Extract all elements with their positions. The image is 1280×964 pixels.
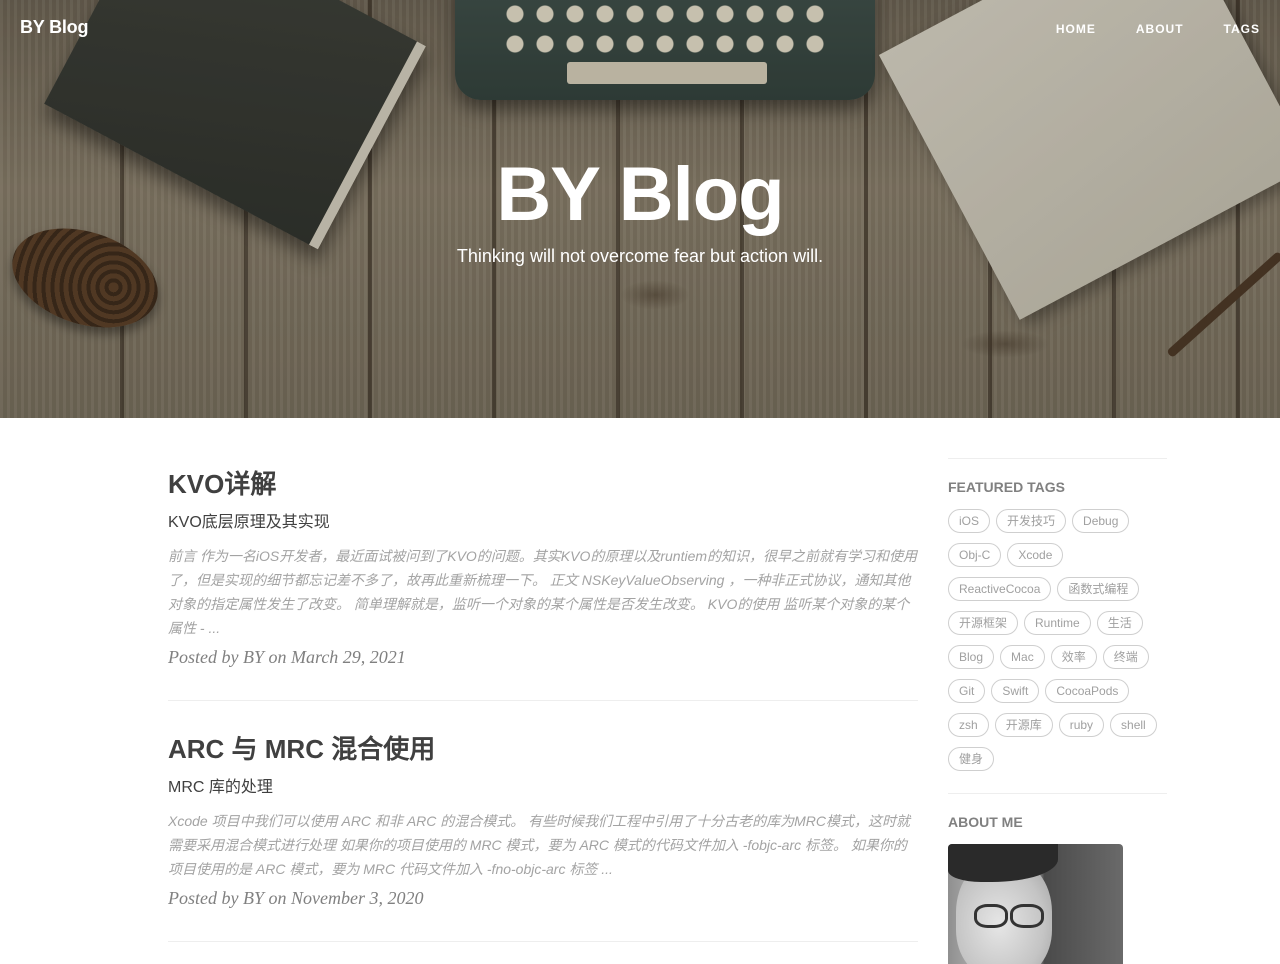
post-subtitle[interactable]: MRC 库的处理 [168, 777, 918, 799]
top-nav: HOME ABOUT TAGS [1056, 22, 1260, 36]
tag-shell[interactable]: shell [1110, 713, 1157, 737]
post-title-link[interactable]: KVO详解 [168, 466, 918, 502]
tag-git[interactable]: Git [948, 679, 986, 703]
post-preview: ARC 与 MRC 混合使用 MRC 库的处理 Xcode 项目中我们可以使用 … [168, 731, 918, 942]
post-excerpt[interactable]: Xcode 项目中我们可以使用 ARC 和非 ARC 的混合模式。 有些时候我们… [168, 809, 918, 881]
tag-objc[interactable]: Obj-C [948, 543, 1002, 567]
nav-home-link[interactable]: HOME [1056, 22, 1096, 36]
featured-tags-list: iOS 开发技巧 Debug Obj-C Xcode ReactiveCocoa… [948, 509, 1167, 771]
sidebar-divider [948, 793, 1167, 794]
tag-zsh[interactable]: zsh [948, 713, 989, 737]
tag-runtime[interactable]: Runtime [1024, 611, 1091, 635]
avatar-glasses-left [974, 904, 1008, 928]
nav-about-link[interactable]: ABOUT [1136, 22, 1184, 36]
about-me-heading: ABOUT ME [948, 814, 1023, 830]
post-preview: KVO详解 KVO底层原理及其实现 前言 作为一名iOS开发者，最近面试被问到了… [168, 466, 918, 701]
hero-header: BY Blog HOME ABOUT TAGS BY Blog Thinking… [0, 0, 1280, 418]
sidebar: FEATURED TAGS iOS 开发技巧 Debug Obj-C Xcode… [948, 458, 1167, 964]
avatar-glasses-right [1010, 904, 1044, 928]
tag-life[interactable]: 生活 [1096, 611, 1143, 635]
post-excerpt[interactable]: 前言 作为一名iOS开发者，最近面试被问到了KVO的问题。其实KVO的原理以及r… [168, 544, 918, 640]
site-title: BY Blog [496, 152, 784, 237]
site-brand-link[interactable]: BY Blog [20, 17, 88, 38]
post-meta: Posted by BY on March 29, 2021 [168, 647, 406, 667]
tag-terminal[interactable]: 终端 [1102, 645, 1149, 669]
post-subtitle[interactable]: KVO底层原理及其实现 [168, 512, 918, 534]
site-subtitle: Thinking will not overcome fear but acti… [456, 246, 824, 266]
tag-ios[interactable]: iOS [948, 509, 991, 533]
tag-mac[interactable]: Mac [1000, 645, 1045, 669]
tag-fitness[interactable]: 健身 [948, 747, 995, 771]
tag-dev-tips[interactable]: 开发技巧 [996, 509, 1067, 533]
post-list: KVO详解 KVO底层原理及其实现 前言 作为一名iOS开发者，最近面试被问到了… [168, 466, 918, 942]
nav-tags-link[interactable]: TAGS [1224, 22, 1260, 36]
post-title-link[interactable]: ARC 与 MRC 混合使用 [168, 731, 918, 767]
tag-open-source-framework[interactable]: 开源框架 [948, 611, 1019, 635]
sidebar-divider [948, 458, 1167, 459]
tag-reactivecocoa[interactable]: ReactiveCocoa [948, 577, 1052, 601]
tag-efficiency[interactable]: 效率 [1050, 645, 1097, 669]
tag-functional-programming[interactable]: 函数式编程 [1057, 577, 1140, 601]
tag-swift[interactable]: Swift [991, 679, 1040, 703]
featured-tags-heading: FEATURED TAGS [948, 479, 1065, 495]
tag-cocoapods[interactable]: CocoaPods [1045, 679, 1130, 703]
tag-ruby[interactable]: ruby [1058, 713, 1105, 737]
tag-blog[interactable]: Blog [948, 645, 995, 669]
tag-debug[interactable]: Debug [1072, 509, 1130, 533]
avatar-photo [948, 844, 1123, 964]
tag-xcode[interactable]: Xcode [1007, 543, 1064, 567]
tag-open-source-library[interactable]: 开源库 [994, 713, 1053, 737]
post-meta: Posted by BY on November 3, 2020 [168, 888, 424, 908]
